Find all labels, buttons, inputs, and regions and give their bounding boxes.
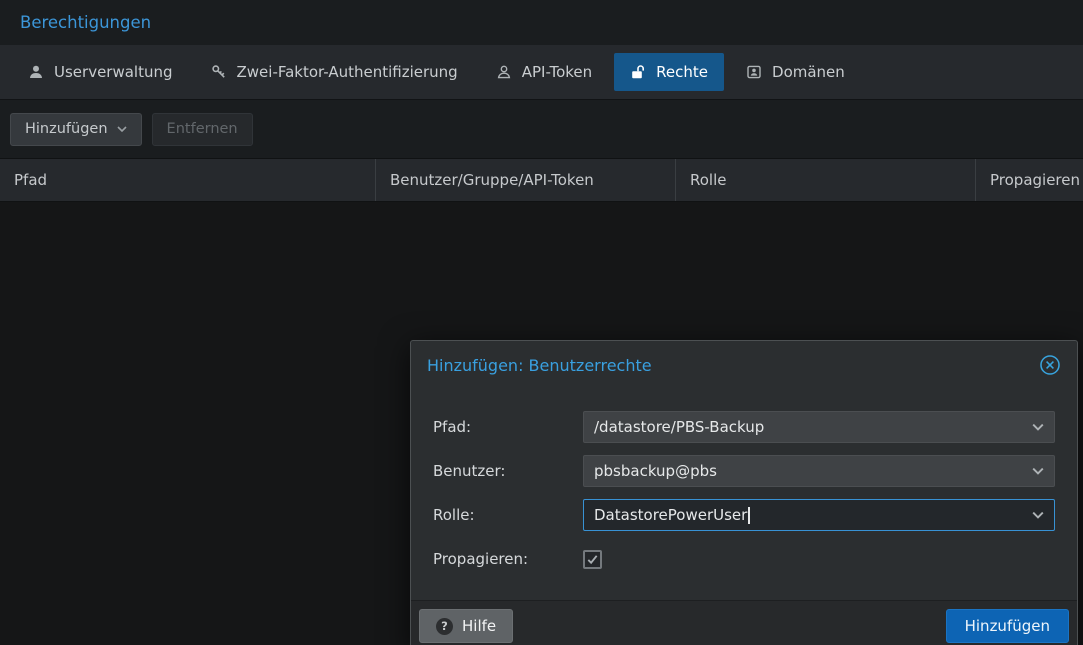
benutzer-field-label: Benutzer: — [433, 462, 583, 480]
tab-label: API-Token — [522, 63, 592, 81]
benutzer-combo-value: pbsbackup@pbs — [594, 462, 1024, 480]
chevron-down-icon[interactable] — [1032, 467, 1044, 475]
pfad-combo[interactable]: /datastore/PBS-Backup — [583, 411, 1055, 443]
remove-button-label: Entfernen — [167, 121, 238, 137]
propagieren-checkbox[interactable] — [583, 550, 602, 569]
dialog-body: Pfad: /datastore/PBS-Backup Benutzer: pb… — [411, 389, 1077, 600]
tab-bar: Userverwaltung Zwei-Faktor-Authentifizie… — [0, 45, 1083, 100]
rolle-field-row: Rolle: DatastorePowerUser — [433, 499, 1055, 531]
pfad-field-row: Pfad: /datastore/PBS-Backup — [433, 411, 1055, 443]
permissions-toolbar: Hinzufügen Entfernen — [0, 100, 1083, 158]
tab-label: Zwei-Faktor-Authentifizierung — [237, 63, 458, 81]
tab-label: Rechte — [656, 63, 708, 81]
checkmark-icon — [586, 553, 599, 566]
rolle-combo-value: DatastorePowerUser — [594, 506, 1024, 524]
help-glyph: ? — [441, 619, 448, 633]
key-icon — [211, 64, 227, 80]
user-icon — [28, 64, 44, 80]
column-header-propagieren[interactable]: Propagieren — [975, 159, 1083, 201]
remove-button[interactable]: Entfernen — [152, 113, 253, 146]
tab-label: Userverwaltung — [54, 63, 173, 81]
submit-add-button[interactable]: Hinzufügen — [946, 609, 1069, 643]
add-user-permission-dialog: Hinzufügen: Benutzerrechte Pfad: /datast… — [410, 340, 1078, 645]
add-menu-button-label: Hinzufügen — [25, 121, 108, 137]
tab-domaenen[interactable]: Domänen — [730, 53, 861, 91]
dialog-header: Hinzufügen: Benutzerrechte — [411, 341, 1077, 389]
benutzer-combo[interactable]: pbsbackup@pbs — [583, 455, 1055, 487]
permissions-table-header: Pfad Benutzer/Gruppe/API-Token Rolle Pro… — [0, 158, 1083, 202]
help-button-label: Hilfe — [462, 617, 496, 635]
benutzer-field-row: Benutzer: pbsbackup@pbs — [433, 455, 1055, 487]
page-header: Berechtigungen — [0, 0, 1083, 45]
column-header-pfad[interactable]: Pfad — [0, 159, 375, 201]
user-outline-icon — [496, 64, 512, 80]
rolle-combo-input[interactable]: DatastorePowerUser — [583, 499, 1055, 531]
lock-open-icon — [630, 64, 646, 80]
dialog-title: Hinzufügen: Benutzerrechte — [427, 356, 652, 375]
page-title: Berechtigungen — [20, 13, 151, 32]
chevron-down-icon — [117, 126, 127, 132]
tab-api-token[interactable]: API-Token — [480, 53, 608, 91]
rolle-combo-text: DatastorePowerUser — [594, 506, 747, 524]
chevron-down-icon[interactable] — [1032, 423, 1044, 431]
rolle-field-label: Rolle: — [433, 506, 583, 524]
add-menu-button[interactable]: Hinzufügen — [10, 113, 142, 146]
text-cursor — [748, 507, 750, 524]
tab-userverwaltung[interactable]: Userverwaltung — [12, 53, 189, 91]
close-icon[interactable] — [1039, 354, 1061, 376]
help-button[interactable]: ? Hilfe — [419, 609, 513, 643]
dialog-footer: ? Hilfe Hinzufügen — [411, 600, 1077, 645]
pfad-combo-value: /datastore/PBS-Backup — [594, 418, 1024, 436]
tab-rechte[interactable]: Rechte — [614, 53, 724, 91]
help-icon: ? — [436, 618, 453, 635]
propagieren-field-label: Propagieren: — [433, 550, 583, 568]
tab-zwei-faktor-authentifizierung[interactable]: Zwei-Faktor-Authentifizierung — [195, 53, 474, 91]
column-header-benutzer-gruppe-api-token[interactable]: Benutzer/Gruppe/API-Token — [375, 159, 675, 201]
berechtigungen-page: Berechtigungen Userverwaltung Zwei-Fakto… — [0, 0, 1083, 645]
column-header-rolle[interactable]: Rolle — [675, 159, 975, 201]
tab-label: Domänen — [772, 63, 845, 81]
propagieren-field-row: Propagieren: — [433, 543, 1055, 575]
id-card-icon — [746, 64, 762, 80]
chevron-down-icon[interactable] — [1032, 511, 1044, 519]
pfad-field-label: Pfad: — [433, 418, 583, 436]
